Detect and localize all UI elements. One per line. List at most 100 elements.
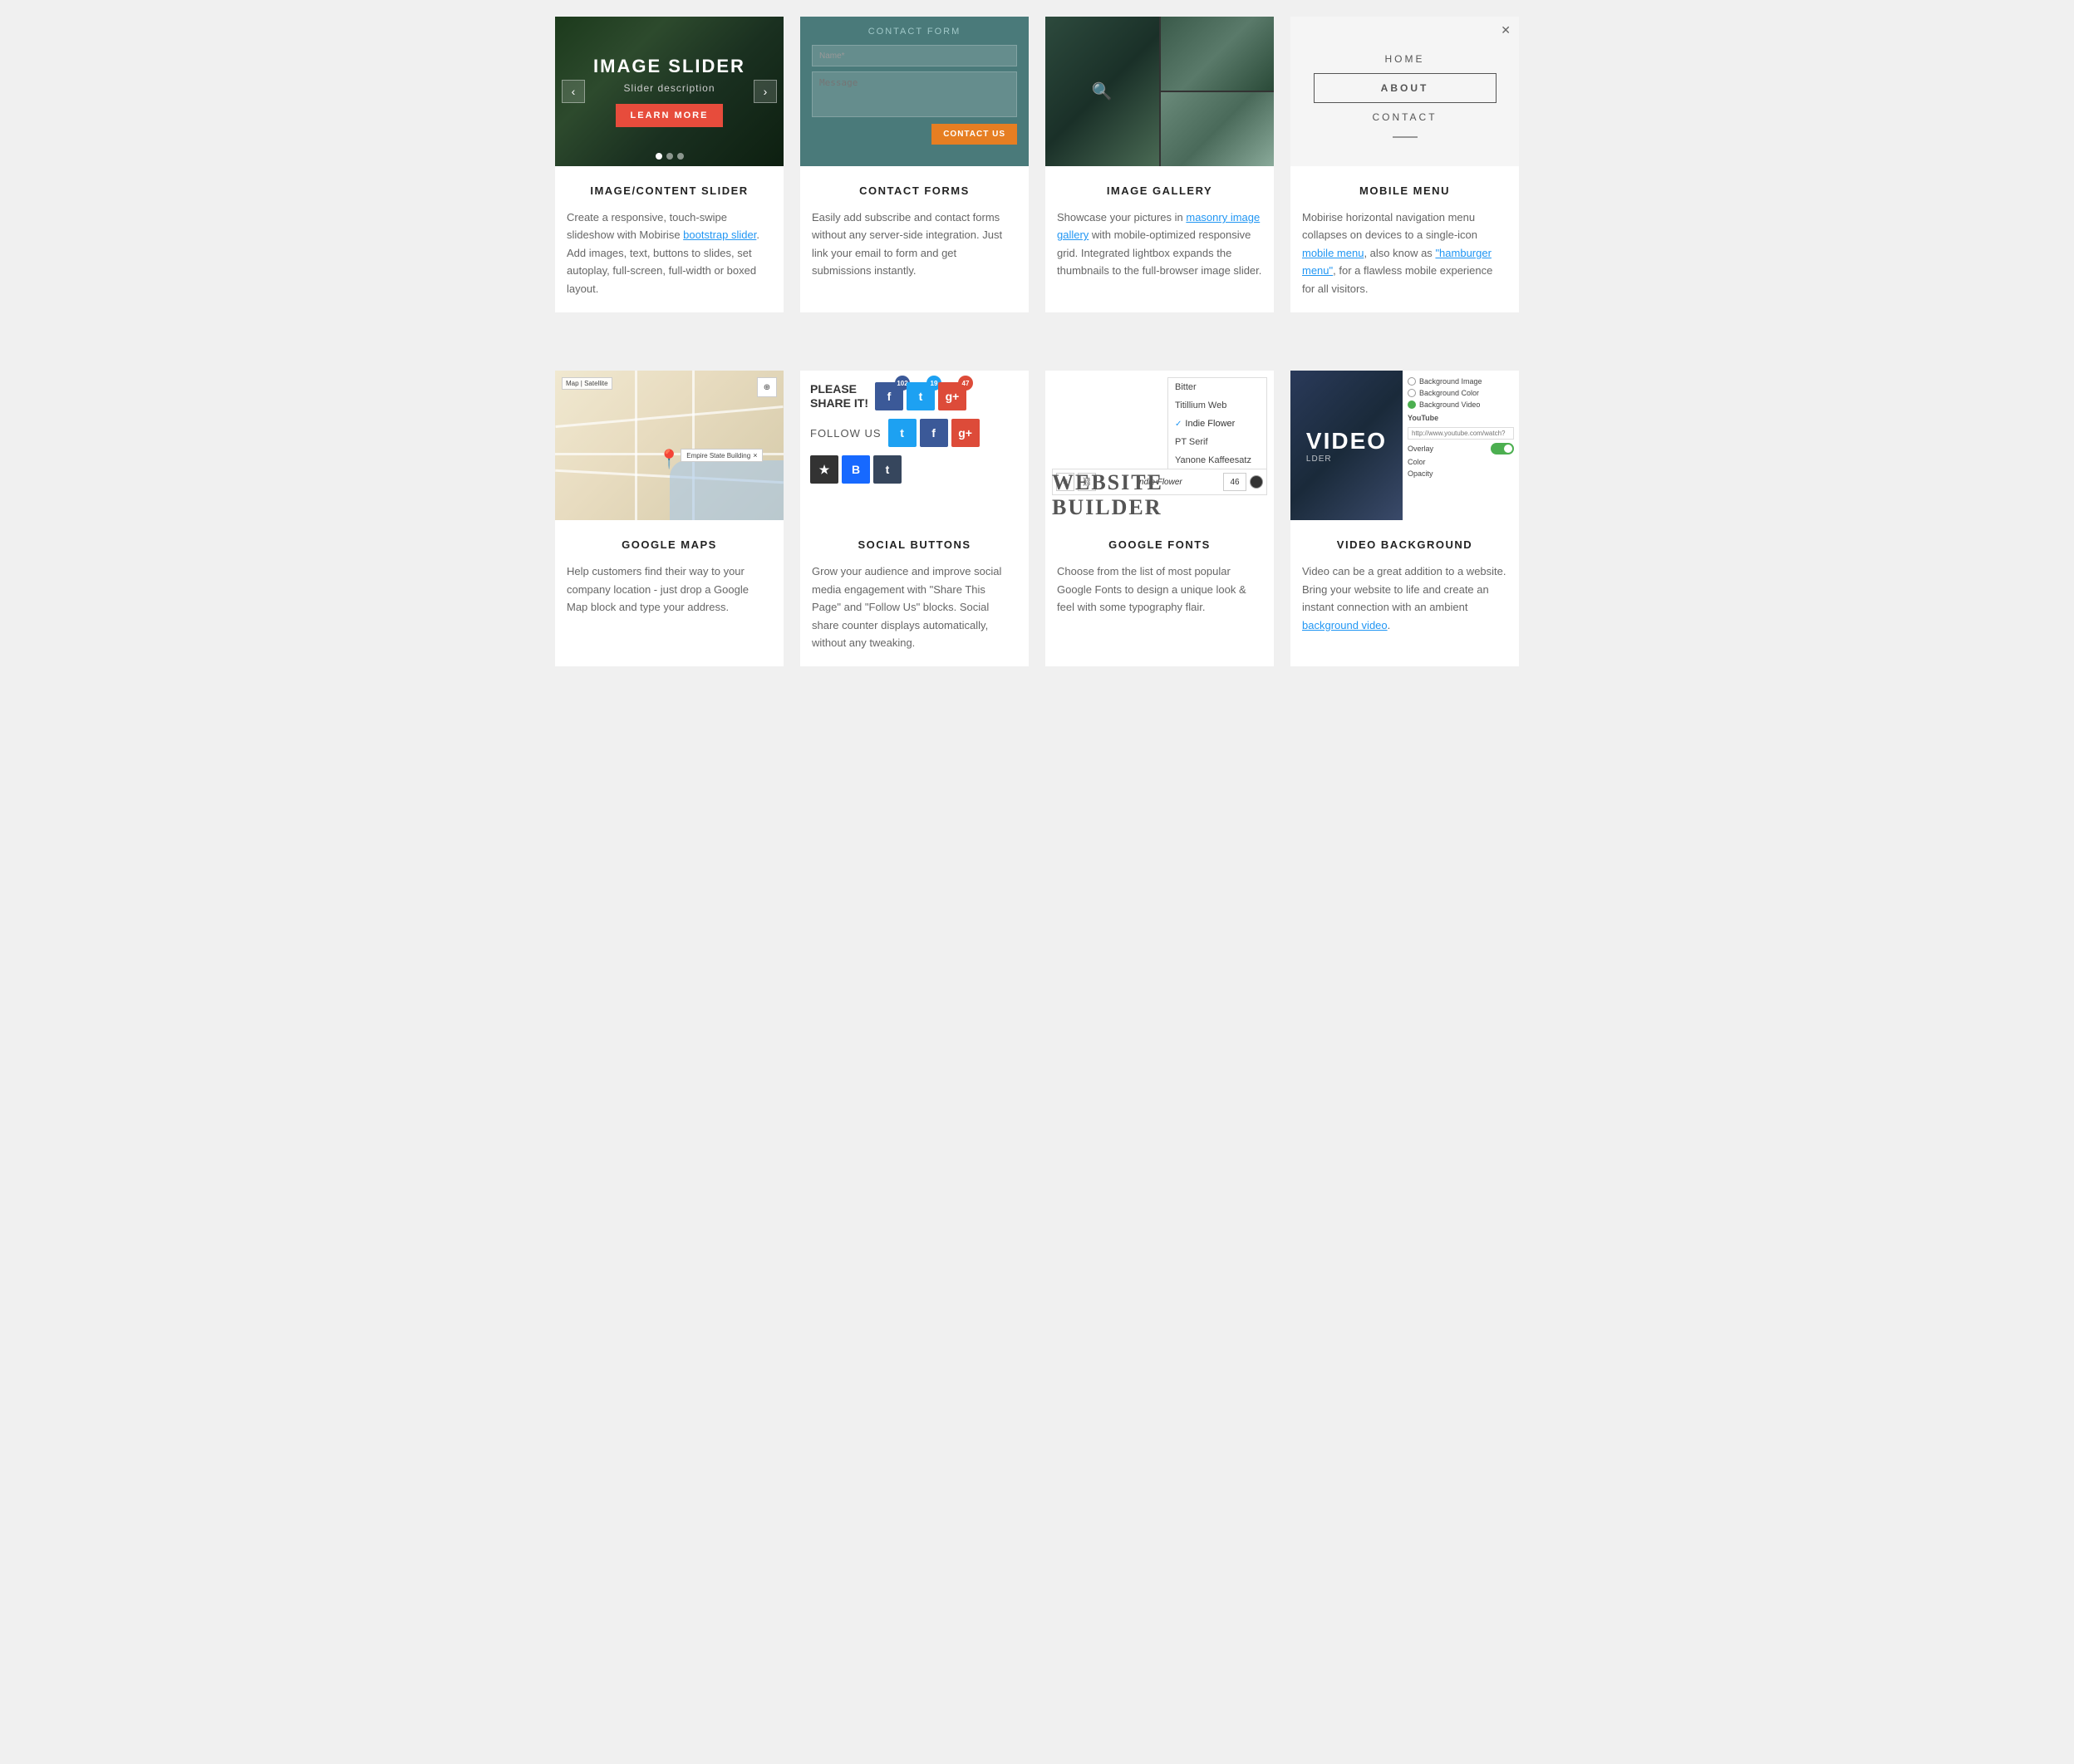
video-text-1: Video can be a great addition to a websi… (1302, 565, 1506, 613)
bg-color-radio[interactable] (1408, 389, 1416, 397)
github-icon-glyph: ★ (819, 463, 830, 477)
gallery-image-3 (1161, 92, 1275, 166)
slider-prev-button[interactable]: ‹ (562, 80, 585, 103)
card-title-gallery: IMAGE GALLERY (1057, 184, 1262, 197)
social-follow-text: FOLLOW US (810, 427, 882, 440)
card-body-slider: IMAGE/CONTENT SLIDER Create a responsive… (555, 166, 784, 312)
twitter-follow-icon[interactable]: t (888, 419, 917, 447)
googleplus-share-icon[interactable]: g+ 47 (938, 382, 966, 410)
social-follow-row: FOLLOW US t f g+ (810, 419, 1019, 447)
bg-video-radio[interactable] (1408, 400, 1416, 409)
gallery-text-1: Showcase your pictures in (1057, 211, 1186, 224)
contact-name-input[interactable] (812, 45, 1017, 66)
card-body-social: SOCIAL BUTTONS Grow your audience and im… (800, 520, 1029, 666)
fonts-big-text-display: WEBSITE BUILDER (1052, 470, 1267, 520)
card-google-maps: ⊕ Map | Satellite 📍 Empire State Buildin… (555, 371, 784, 666)
menu-item-about[interactable]: ABOUT (1314, 73, 1497, 103)
video-left-panel: VIDEO LDER (1290, 371, 1403, 520)
video-text-block: VIDEO LDER (1298, 420, 1395, 472)
card-image-gallery: 🔍 IMAGE GALLERY Showcase your pictures i… (1045, 17, 1274, 312)
card-text-mobile-menu: Mobirise horizontal navigation menu coll… (1302, 209, 1507, 297)
search-icon: 🔍 (1092, 81, 1113, 102)
card-body-fonts: GOOGLE FONTS Choose from the list of mos… (1045, 520, 1274, 666)
card-text-contact: Easily add subscribe and contact forms w… (812, 209, 1017, 280)
menu-item-contact[interactable]: CONTACT (1314, 103, 1497, 131)
card-google-fonts: Bitter Titillium Web Indie Flower PT Ser… (1045, 371, 1274, 666)
card-contact-forms: CONTACT FORM CONTACT US CONTACT FORMS Ea… (800, 17, 1029, 312)
gallery-image-2 (1161, 17, 1275, 91)
row-1: IMAGE SLIDER Slider description LEARN MO… (555, 17, 1519, 312)
bg-color-label: Background Color (1419, 389, 1479, 397)
opacity-row: Opacity (1408, 469, 1514, 478)
menu-item-home[interactable]: HOME (1314, 45, 1497, 73)
background-video-link[interactable]: background video (1302, 619, 1388, 631)
slider-dot-3[interactable] (677, 153, 684, 160)
contact-message-input[interactable] (812, 71, 1017, 117)
card-social-buttons: PLEASESHARE IT! f 102 t 19 g+ 47 (800, 371, 1029, 666)
facebook-share-icon[interactable]: f 102 (875, 382, 903, 410)
close-icon[interactable]: ✕ (1501, 23, 1511, 37)
font-indie-flower[interactable]: Indie Flower (1168, 415, 1266, 433)
opacity-label: Opacity (1408, 469, 1433, 478)
social-preview: PLEASESHARE IT! f 102 t 19 g+ 47 (800, 371, 1029, 520)
googleplus-count-badge: 47 (958, 376, 973, 391)
map-water (670, 460, 784, 520)
contact-submit-wrap: CONTACT US (812, 124, 1017, 145)
overlay-label: Overlay (1408, 445, 1433, 453)
font-pt-serif[interactable]: PT Serif (1168, 433, 1266, 451)
twitter-share-icon[interactable]: t 19 (907, 382, 935, 410)
youtube-section-label: YouTube (1408, 414, 1514, 422)
behance-follow-icon[interactable]: B (842, 455, 870, 484)
behance-icon-glyph: B (852, 463, 860, 476)
font-bitter[interactable]: Bitter (1168, 378, 1266, 396)
youtube-url-input[interactable] (1408, 427, 1514, 440)
card-text-social: Grow your audience and improve social me… (812, 563, 1017, 651)
map-close-icon[interactable]: × (753, 451, 757, 459)
contact-submit-button[interactable]: CONTACT US (931, 124, 1017, 145)
tumblr-follow-icon[interactable]: t (873, 455, 902, 484)
font-yanone[interactable]: Yanone Kaffeesatz (1168, 451, 1266, 469)
map-background: ⊕ Map | Satellite 📍 Empire State Buildin… (555, 371, 784, 520)
map-type-label: Map | Satellite (562, 377, 612, 390)
color-label: Color (1408, 458, 1426, 466)
slider-description: Slider description (593, 82, 745, 94)
slider-dot-1[interactable] (656, 153, 662, 160)
card-text-video: Video can be a great addition to a websi… (1302, 563, 1507, 634)
menu-divider (1393, 136, 1418, 138)
tumblr-icon-glyph: t (886, 463, 890, 476)
video-settings-panel: Background Image Background Color Backgr… (1403, 371, 1519, 520)
social-share-icons: f 102 t 19 g+ 47 (875, 382, 966, 410)
video-preview: VIDEO LDER Background Image Background C… (1290, 371, 1519, 520)
facebook-follow-icon[interactable]: f (920, 419, 948, 447)
slider-heading: IMAGE SLIDER (593, 56, 745, 77)
bg-image-radio[interactable] (1408, 377, 1416, 386)
card-text-slider: Create a responsive, touch-swipe slidesh… (567, 209, 772, 297)
slider-next-button[interactable]: › (754, 80, 777, 103)
social-follow-icons-row1: t f g+ (888, 419, 980, 447)
mobile-menu-link[interactable]: mobile menu (1302, 247, 1364, 259)
googleplus-follow-icon-glyph: g+ (958, 426, 972, 440)
map-location-text: Empire State Building (686, 452, 750, 459)
bootstrap-slider-link[interactable]: bootstrap slider (683, 228, 756, 241)
map-pin: 📍 (658, 449, 681, 470)
gallery-preview: 🔍 (1045, 17, 1274, 166)
googleplus-follow-icon[interactable]: g+ (951, 419, 980, 447)
fonts-preview: Bitter Titillium Web Indie Flower PT Ser… (1045, 371, 1274, 520)
compass-icon: ⊕ (757, 377, 777, 397)
github-follow-icon[interactable]: ★ (810, 455, 838, 484)
mm-text-2: , also know as (1364, 247, 1435, 259)
location-pin-icon: 📍 (658, 449, 681, 469)
maps-preview: ⊕ Map | Satellite 📍 Empire State Buildin… (555, 371, 784, 520)
card-title-mobile-menu: MOBILE MENU (1302, 184, 1507, 197)
overlay-toggle[interactable] (1491, 443, 1514, 455)
card-body-contact: CONTACT FORMS Easily add subscribe and c… (800, 166, 1029, 312)
video-sub-text: LDER (1306, 455, 1387, 464)
contact-form-header: CONTACT FORM (812, 27, 1017, 37)
social-share-row: PLEASESHARE IT! f 102 t 19 g+ 47 (810, 382, 1019, 410)
slider-dot-2[interactable] (666, 153, 673, 160)
row-2: ⊕ Map | Satellite 📍 Empire State Buildin… (555, 371, 1519, 666)
map-road-1 (555, 405, 783, 428)
card-title-video: VIDEO BACKGROUND (1302, 538, 1507, 551)
font-titillium[interactable]: Titillium Web (1168, 396, 1266, 415)
slider-learn-more-button[interactable]: LEARN MORE (616, 104, 724, 127)
